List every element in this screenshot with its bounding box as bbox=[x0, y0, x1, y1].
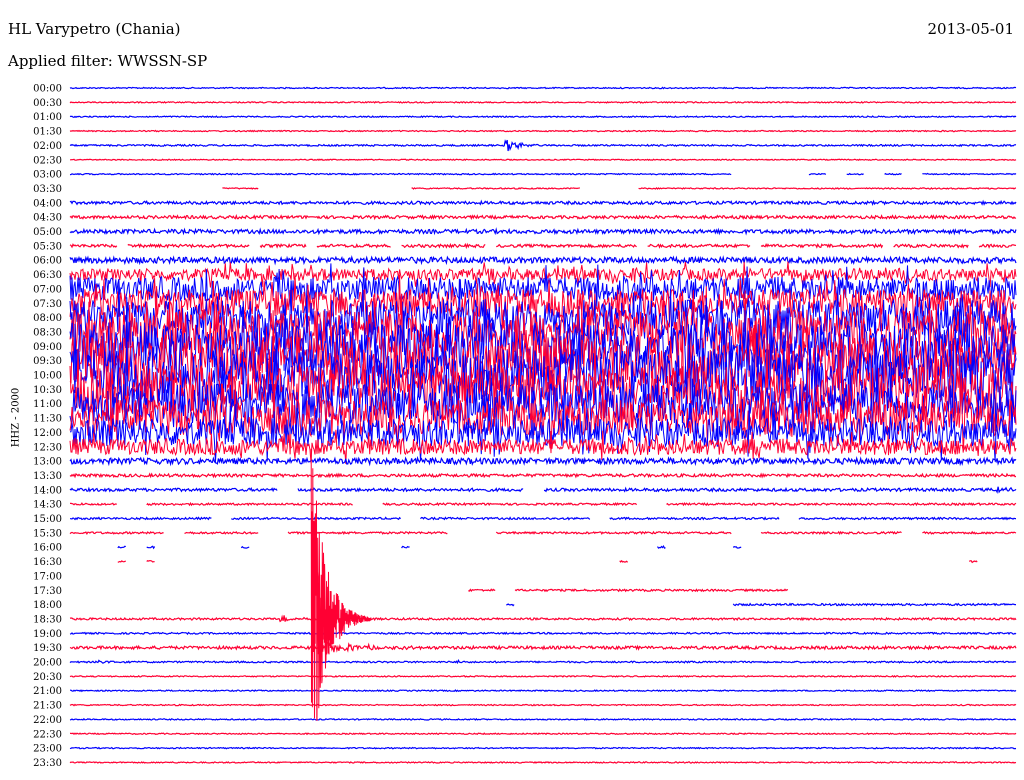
time-label: 03:30 bbox=[33, 184, 62, 195]
trace-2030 bbox=[69, 674, 1017, 678]
trace-1800 bbox=[506, 602, 1016, 607]
time-label: 13:00 bbox=[33, 457, 62, 468]
trace-1900 bbox=[69, 631, 1017, 636]
time-label: 19:00 bbox=[33, 629, 62, 640]
time-label: 21:30 bbox=[33, 701, 62, 712]
time-label: 01:30 bbox=[33, 127, 62, 138]
trace-0200 bbox=[69, 139, 1017, 152]
trace-0000 bbox=[69, 86, 1017, 90]
trace-0030 bbox=[69, 100, 1017, 104]
trace-0530 bbox=[69, 242, 1017, 250]
trace-0130 bbox=[69, 129, 1017, 133]
time-label: 19:30 bbox=[33, 643, 62, 654]
trace-2300 bbox=[69, 746, 1017, 750]
trace-1330 bbox=[69, 472, 1017, 479]
trace-1600 bbox=[117, 545, 742, 550]
time-label: 09:00 bbox=[33, 342, 62, 353]
time-label: 05:30 bbox=[33, 241, 62, 252]
time-label: 23:30 bbox=[33, 758, 62, 769]
seismic-traces bbox=[69, 86, 1017, 764]
time-label: 11:30 bbox=[33, 414, 62, 425]
time-label: 08:00 bbox=[33, 313, 62, 324]
trace-0600 bbox=[69, 254, 1017, 266]
time-label: 04:30 bbox=[33, 213, 62, 224]
trace-2000 bbox=[69, 659, 1017, 665]
helicorder-plot: 00:00 00:30 01:00 01:30 02:00 02:30 03:00 03:30… bbox=[33, 84, 1017, 769]
time-label: 16:30 bbox=[33, 557, 62, 568]
trace-2200 bbox=[69, 717, 1017, 721]
time-label: 17:00 bbox=[33, 571, 62, 582]
time-label: 10:30 bbox=[33, 385, 62, 396]
time-label: 18:30 bbox=[33, 614, 62, 625]
time-labels: 00:00 00:30 01:00 01:30 02:00 02:30 03:00 03:30… bbox=[33, 84, 62, 769]
trace-1530 bbox=[69, 530, 1017, 536]
time-label: 01:00 bbox=[33, 112, 62, 123]
time-label: 03:00 bbox=[33, 170, 62, 181]
trace-2130 bbox=[69, 703, 1017, 707]
time-label: 21:00 bbox=[33, 686, 62, 697]
trace-1630 bbox=[117, 559, 978, 564]
time-label: 10:00 bbox=[33, 371, 62, 382]
trace-0430 bbox=[69, 214, 1017, 221]
time-label: 22:30 bbox=[33, 729, 62, 740]
time-label: 08:30 bbox=[33, 327, 62, 338]
trace-0330 bbox=[222, 187, 1017, 190]
time-label: 00:00 bbox=[33, 84, 62, 95]
time-label: 12:00 bbox=[33, 428, 62, 439]
time-label: 17:30 bbox=[33, 586, 62, 597]
trace-0500 bbox=[69, 227, 1017, 236]
trace-2330 bbox=[69, 761, 1017, 764]
trace-1430 bbox=[70, 501, 1017, 507]
trace-1730 bbox=[468, 588, 789, 593]
time-label: 02:30 bbox=[33, 155, 62, 166]
trace-2100 bbox=[70, 689, 1017, 693]
time-label: 20:30 bbox=[33, 672, 62, 683]
time-label: 23:00 bbox=[33, 744, 62, 755]
time-label: 13:30 bbox=[33, 471, 62, 482]
time-label: 16:00 bbox=[33, 543, 62, 554]
trace-1400 bbox=[69, 486, 1017, 494]
time-label: 05:00 bbox=[33, 227, 62, 238]
trace-0400 bbox=[69, 199, 1017, 207]
time-label: 06:30 bbox=[33, 270, 62, 281]
time-label: 00:30 bbox=[33, 98, 62, 109]
time-label: 15:30 bbox=[33, 528, 62, 539]
trace-0300 bbox=[69, 172, 1017, 176]
time-label: 06:00 bbox=[33, 256, 62, 267]
time-label: 07:30 bbox=[33, 299, 62, 310]
trace-1300 bbox=[69, 455, 1017, 467]
trace-1930 bbox=[69, 641, 1017, 655]
time-label: 12:30 bbox=[33, 442, 62, 453]
time-label: 18:00 bbox=[33, 600, 62, 611]
trace-2230 bbox=[69, 732, 1017, 736]
time-label: 15:00 bbox=[33, 514, 62, 525]
trace-0100 bbox=[69, 115, 1017, 119]
time-label: 04:00 bbox=[33, 198, 62, 209]
trace-1500 bbox=[70, 516, 1016, 521]
time-label: 14:30 bbox=[33, 500, 62, 511]
time-label: 11:00 bbox=[33, 399, 62, 410]
time-label: 20:00 bbox=[33, 658, 62, 669]
trace-1830 bbox=[69, 614, 1017, 623]
time-label: 09:30 bbox=[33, 356, 62, 367]
time-label: 14:00 bbox=[33, 485, 62, 496]
time-label: 07:00 bbox=[33, 284, 62, 295]
time-label: 22:00 bbox=[33, 715, 62, 726]
trace-0230 bbox=[70, 158, 1017, 162]
time-label: 02:00 bbox=[33, 141, 62, 152]
